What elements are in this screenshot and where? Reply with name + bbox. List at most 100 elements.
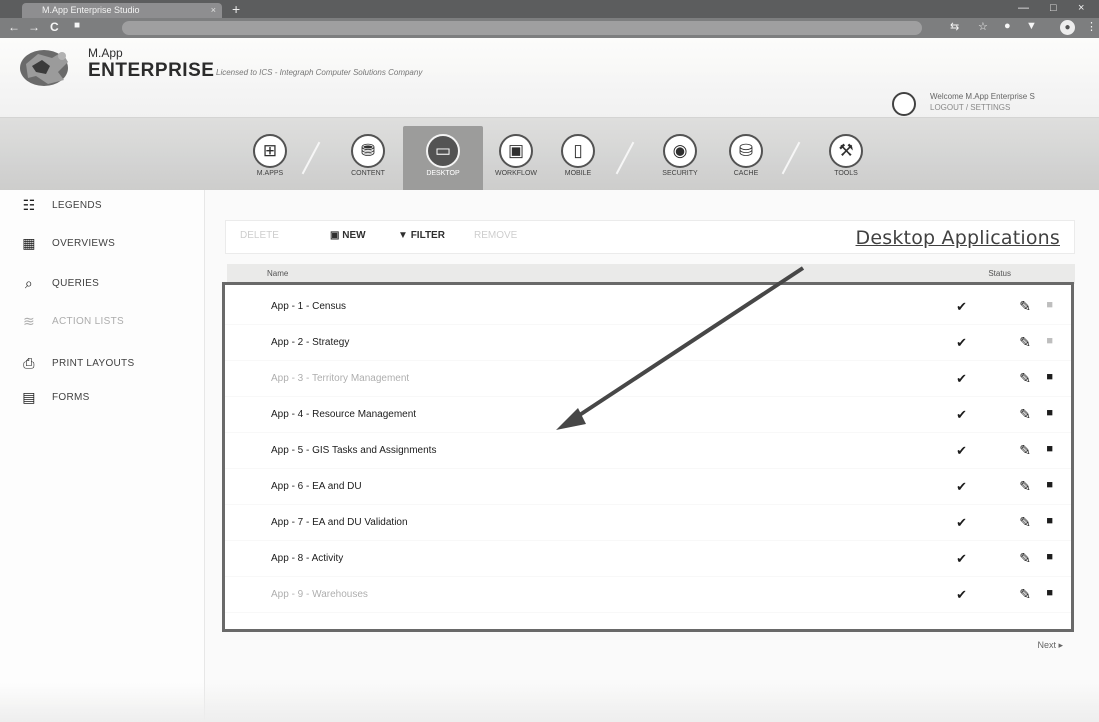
edit-pencil-icon[interactable]: ✎ (1019, 406, 1031, 423)
new-tab-button[interactable]: + (232, 1, 240, 17)
edit-pencil-icon[interactable]: ✎ (1019, 370, 1031, 387)
table-row[interactable]: App - 3 - Territory Management ✔ ✎ ■ (225, 361, 1071, 397)
status-check-icon: ✔ (956, 443, 967, 458)
table-row[interactable]: App - 4 - Resource Management ✔ ✎ ■ (225, 397, 1071, 433)
table-row[interactable]: App - 8 - Activity ✔ ✎ ■ (225, 541, 1071, 577)
cache-drive-icon: ⛁ (729, 134, 763, 168)
new-label: NEW (342, 230, 366, 241)
edit-pencil-icon[interactable]: ✎ (1019, 442, 1031, 459)
module-desktop[interactable]: ▭ DESKTOP (403, 126, 483, 196)
forms-icon: ▤ (22, 388, 36, 405)
sidebar-item-action-lists[interactable]: ≋ ACTION LISTS (18, 310, 124, 332)
column-header-status[interactable]: Status (988, 269, 1011, 278)
delete-trash-icon[interactable]: ■ (1046, 407, 1053, 419)
app-header: M.App ENTERPRISE Licensed to ICS - Integ… (0, 38, 1099, 118)
user-avatar-icon[interactable] (892, 92, 916, 116)
delete-trash-icon[interactable]: ■ (1046, 335, 1053, 347)
sidebar-item-overviews[interactable]: ▦ OVERVIEWS (18, 232, 115, 254)
module-workflow[interactable]: ▣ WORKFLOW (488, 134, 544, 190)
edit-pencil-icon[interactable]: ✎ (1019, 334, 1031, 351)
new-button[interactable]: ▣ NEW (330, 230, 366, 241)
module-tools[interactable]: ⚒ TOOLS (818, 134, 874, 190)
content-stack-icon: ⛃ (351, 134, 385, 168)
workflow-icon: ▣ (499, 134, 533, 168)
profile-avatar-icon[interactable]: ● (1060, 20, 1075, 35)
status-check-icon: ✔ (956, 587, 967, 602)
delete-trash-icon[interactable]: ■ (1046, 587, 1053, 599)
delete-trash-icon[interactable]: ■ (1046, 299, 1053, 311)
browser-tabstrip: M.App Enterprise Studio × + — □ × (0, 0, 1099, 18)
close-window-button[interactable]: × (1078, 2, 1084, 14)
module-mobile[interactable]: ▯ MOBILE (550, 134, 606, 190)
module-label: CONTENT (351, 170, 385, 177)
edit-pencil-icon[interactable]: ✎ (1019, 586, 1031, 603)
sidebar-item-legends[interactable]: ☷ LEGENDS (18, 194, 102, 216)
delete-trash-icon[interactable]: ■ (1046, 551, 1053, 563)
browser-tab[interactable]: M.App Enterprise Studio × (22, 3, 222, 18)
table-row[interactable]: App - 2 - Strategy ✔ ✎ ■ (225, 325, 1071, 361)
status-check-icon: ✔ (956, 299, 967, 314)
browser-menu-icon[interactable]: ⋮ (1086, 20, 1097, 33)
forward-arrow-icon[interactable]: → (28, 20, 40, 34)
status-check-icon: ✔ (956, 551, 967, 566)
star-icon[interactable]: ☆ (978, 20, 988, 33)
back-arrow-icon[interactable]: ← (8, 20, 20, 34)
overviews-icon: ▦ (22, 234, 36, 251)
status-check-icon: ✔ (956, 335, 967, 350)
delete-trash-icon[interactable]: ■ (1046, 371, 1053, 383)
table-row[interactable]: App - 6 - EA and DU ✔ ✎ ■ (225, 469, 1071, 505)
sidebar-item-label: FORMS (52, 391, 90, 403)
module-content[interactable]: ⛃ CONTENT (340, 134, 396, 190)
pager-next[interactable]: Next ▸ (1037, 640, 1063, 651)
module-label: WORKFLOW (495, 170, 537, 177)
delete-trash-icon[interactable]: ■ (1046, 443, 1053, 455)
table-row[interactable]: App - 7 - EA and DU Validation ✔ ✎ ■ (225, 505, 1071, 541)
status-check-icon: ✔ (956, 407, 967, 422)
sidebar-item-queries[interactable]: ⌕ QUERIES (18, 272, 99, 294)
edit-pencil-icon[interactable]: ✎ (1019, 298, 1031, 315)
minimize-button[interactable]: — (1018, 2, 1029, 14)
status-check-icon: ✔ (956, 371, 967, 386)
table-row[interactable]: App - 1 - Census ✔ ✎ ■ (225, 289, 1071, 325)
module-divider (301, 141, 321, 175)
mobile-device-icon: ▯ (561, 134, 595, 168)
user-links[interactable]: LOGOUT / SETTINGS (930, 103, 1010, 112)
filter-button[interactable]: ▼ FILTER (398, 230, 445, 241)
table-row[interactable]: App - 5 - GIS Tasks and Assignments ✔ ✎ … (225, 433, 1071, 469)
module-security[interactable]: ◉ SECURITY (652, 134, 708, 190)
address-bar[interactable] (122, 21, 922, 35)
site-info-icon[interactable]: ■ (74, 20, 80, 31)
edit-pencil-icon[interactable]: ✎ (1019, 550, 1031, 567)
edit-pencil-icon[interactable]: ✎ (1019, 514, 1031, 531)
filter-extension-icon[interactable]: ▼ (1026, 20, 1037, 32)
delete-trash-icon[interactable]: ■ (1046, 479, 1053, 491)
delete-trash-icon[interactable]: ■ (1046, 515, 1053, 527)
status-check-icon: ✔ (956, 515, 967, 530)
app-name: App - 1 - Census (271, 301, 347, 312)
actions-toolbar: DELETE ▣ NEW ▼ FILTER REMOVE Desktop App… (225, 220, 1075, 254)
module-mapps[interactable]: ⊞ M.APPS (242, 134, 298, 190)
app-name: App - 4 - Resource Management (271, 409, 417, 420)
table-row[interactable]: App - 9 - Warehouses ✔ ✎ ■ (225, 577, 1071, 613)
browser-toolbar: ← → C ■ ⇆ ☆ ● ▼ ● ⋮ (0, 18, 1099, 38)
remove-button[interactable]: REMOVE (474, 230, 517, 241)
reload-icon[interactable]: C (50, 20, 59, 34)
app-name: App - 5 - GIS Tasks and Assignments (271, 445, 437, 456)
app-window: M.App Enterprise Studio × + — □ × ← → C … (0, 0, 1099, 722)
module-label: DESKTOP (426, 170, 460, 177)
sidebar-item-print-layouts[interactable]: ⎙ PRINT LAYOUTS (18, 352, 134, 374)
tab-close-icon[interactable]: × (211, 3, 216, 18)
column-header-name[interactable]: Name (267, 269, 288, 278)
filter-icon: ▼ (398, 230, 408, 241)
module-cache[interactable]: ⛁ CACHE (718, 134, 774, 190)
print-layouts-icon: ⎙ (23, 354, 35, 371)
maximize-button[interactable]: □ (1050, 2, 1057, 14)
queries-magnifier-icon: ⌕ (24, 274, 34, 291)
edit-pencil-icon[interactable]: ✎ (1019, 478, 1031, 495)
applications-table: App - 1 - Census ✔ ✎ ■ App - 2 - Strateg… (222, 282, 1074, 632)
translate-icon[interactable]: ⇆ (950, 20, 959, 33)
extension-icon[interactable]: ● (1004, 20, 1011, 32)
delete-button[interactable]: DELETE (240, 230, 279, 241)
new-icon: ▣ (330, 230, 340, 241)
sidebar-item-forms[interactable]: ▤ FORMS (18, 386, 90, 408)
